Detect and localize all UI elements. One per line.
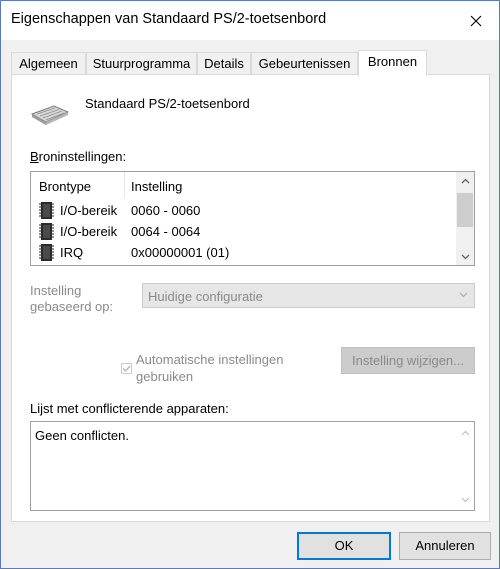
close-button[interactable] [453, 1, 499, 40]
tab-stuurprogramma[interactable]: Stuurprogramma [86, 52, 197, 75]
chevron-up-icon [461, 430, 470, 435]
setting-based-dropdown[interactable]: Huidige configuratie [142, 283, 475, 308]
chip-icon [39, 223, 54, 240]
column-header-brontype[interactable]: Brontype [39, 179, 91, 194]
chevron-down-icon [461, 254, 469, 259]
table-row[interactable]: IRQ 0x00000001 (01) [31, 242, 456, 263]
table-row[interactable]: I/O-bereik 0064 - 0064 [31, 221, 456, 242]
list-header: Brontype Instelling [31, 172, 456, 198]
auto-settings-label-line2: gebruiken [136, 369, 194, 384]
conflicts-text: Geen conflicten. [35, 428, 129, 443]
setting-based-label-line1: Instelling [30, 283, 82, 298]
column-header-instelling[interactable]: Instelling [131, 179, 182, 194]
column-separator[interactable] [124, 172, 125, 198]
resource-value: 0x00000001 (01) [131, 245, 230, 260]
scroll-up-button[interactable] [456, 172, 474, 189]
resource-type: IRQ [60, 245, 84, 260]
chip-icon [39, 244, 54, 261]
tab-gebeurtenissen[interactable]: Gebeurtenissen [251, 52, 358, 75]
scroll-up-button[interactable] [457, 424, 474, 441]
properties-dialog: Eigenschappen van Standaard PS/2-toetsen… [0, 0, 500, 569]
scroll-down-button[interactable] [457, 491, 474, 508]
resources-list[interactable]: Brontype Instelling I/O-bereik 0060 - 00… [30, 171, 475, 266]
keyboard-icon [30, 105, 70, 125]
setting-based-value: Huidige configuratie [148, 289, 263, 304]
table-row[interactable]: I/O-bereik 0060 - 0060 [31, 200, 456, 221]
chevron-up-icon [461, 178, 469, 183]
resource-type: I/O-bereik [60, 224, 118, 239]
device-name: Standaard PS/2-toetsenbord [85, 96, 250, 111]
resource-value: 0064 - 0064 [131, 224, 201, 239]
scroll-down-button[interactable] [456, 248, 474, 265]
title-bar: Eigenschappen van Standaard PS/2-toetsen… [1, 1, 499, 40]
tab-bronnen[interactable]: Bronnen [358, 50, 427, 76]
conflicts-textbox[interactable]: Geen conflicten. [30, 421, 475, 511]
chip-icon [39, 202, 54, 219]
resources-label-rest: roninstellingen: [38, 149, 127, 164]
auto-settings-label-line1: Automatische instellingen [136, 352, 284, 367]
resource-type: I/O-bereik [60, 203, 118, 218]
chevron-down-icon [459, 292, 468, 298]
resources-scrollbar[interactable] [456, 172, 474, 265]
resources-label: Broninstellingen: [30, 149, 127, 164]
change-setting-button[interactable]: Instelling wijzigen... [341, 347, 475, 374]
ok-button[interactable]: OK [297, 532, 391, 560]
conflicts-scrollbar[interactable] [457, 422, 474, 510]
tab-details[interactable]: Details [197, 52, 251, 75]
window-title: Eigenschappen van Standaard PS/2-toetsen… [11, 11, 327, 27]
resource-value: 0060 - 0060 [131, 203, 201, 218]
setting-based-label-line2: gebaseerd op: [30, 299, 114, 314]
auto-settings-checkbox[interactable] [121, 363, 132, 374]
tab-panel-bronnen: Standaard PS/2-toetsenbord Broninstellin… [11, 74, 490, 522]
scroll-thumb[interactable] [457, 193, 473, 227]
tab-strip: Algemeen Stuurprogramma Details Gebeurte… [11, 50, 489, 76]
tab-algemeen[interactable]: Algemeen [11, 52, 86, 75]
close-icon [470, 15, 482, 26]
cancel-button[interactable]: Annuleren [399, 532, 491, 560]
conflicts-label: Lijst met conflicterende apparaten: [30, 401, 229, 416]
chevron-down-icon [461, 497, 470, 502]
